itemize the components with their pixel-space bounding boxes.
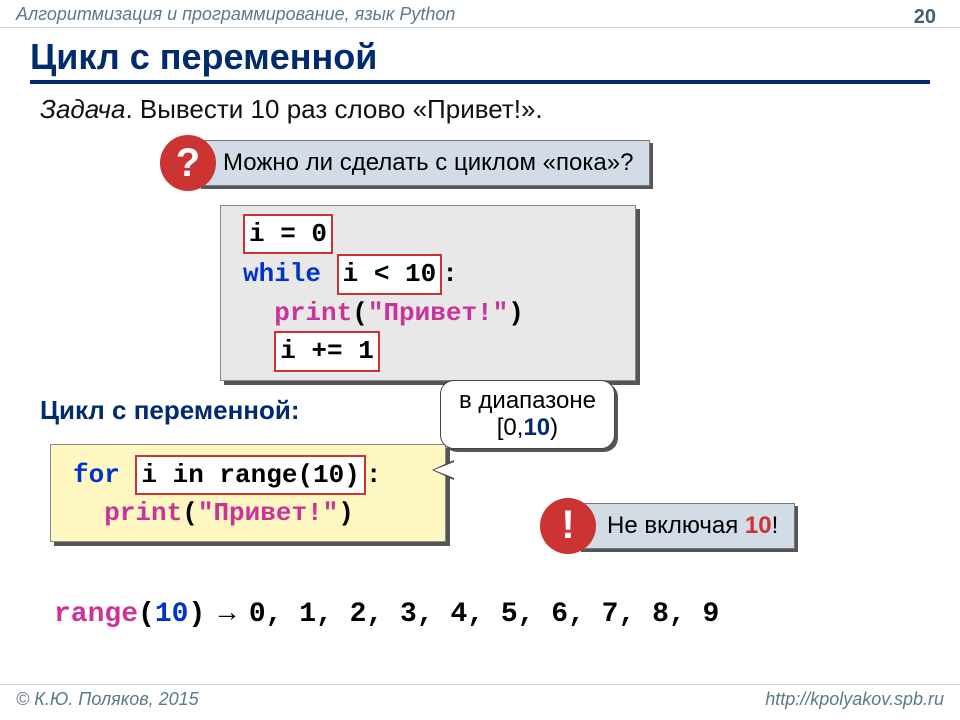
bubble-l2c: ) [550, 414, 558, 441]
exclaim-box: Не включая 10! [578, 503, 795, 549]
while-code-block: i = 0 while i < 10: print("Привет!") i +… [220, 205, 636, 381]
question-box: Можно ли сделать с циклом «пока»? [198, 140, 650, 186]
question-callout: ? Можно ли сделать с циклом «пока»? [160, 135, 960, 191]
question-mark-icon: ? [160, 135, 216, 191]
paren-open: ( [352, 298, 368, 328]
paren-close2: ) [338, 498, 354, 528]
arrow-icon: → [205, 596, 249, 627]
colon2: : [366, 460, 382, 490]
header-bar: Алгоритмизация и программирование, язык … [0, 0, 960, 28]
bubble-tail-icon [432, 460, 454, 480]
ex-c: ! [772, 512, 779, 539]
str-lit: "Привет!" [368, 298, 508, 328]
rl-arg: 10 [155, 599, 189, 630]
bubble-l2b: 10 [523, 414, 550, 441]
bubble-l2a: [0, [497, 414, 524, 441]
footer-right: http://kpolyakov.spb.ru [765, 689, 944, 710]
bubble-l1: в диапазоне [459, 387, 596, 414]
code-cond: i < 10 [337, 254, 443, 294]
rl-open: ( [138, 599, 155, 630]
ex-b: 10 [745, 512, 772, 539]
rl-close: ) [188, 599, 205, 630]
fn-print: print [274, 298, 352, 328]
for-head: i in range(10) [135, 455, 365, 495]
paren-open2: ( [182, 498, 198, 528]
for-row: for i in range(10): print("Привет!") в д… [0, 430, 960, 557]
footer-left: © К.Ю. Поляков, 2015 [16, 689, 199, 710]
task-text: . Вывести 10 раз слово «Привет!». [125, 94, 542, 124]
task-label: Задача [40, 94, 125, 124]
task-line: Задача. Вывести 10 раз слово «Привет!». [40, 94, 930, 125]
kw-for: for [73, 460, 120, 490]
rl-seq: 0, 1, 2, 3, 4, 5, 6, 7, 8, 9 [249, 599, 719, 630]
fn-print2: print [104, 498, 182, 528]
colon: : [442, 259, 458, 289]
ex-a: Не включая [607, 512, 745, 539]
paren-close: ) [508, 298, 524, 328]
footer-bar: © К.Ю. Поляков, 2015 http://kpolyakov.sp… [0, 684, 960, 714]
range-bubble: в диапазоне [0,10) [440, 380, 615, 449]
for-code-block: for i in range(10): print("Привет!") [50, 444, 446, 543]
exclaim-icon: ! [540, 498, 596, 554]
fn-range: range [54, 599, 138, 630]
exclaim-callout: ! Не включая 10! [540, 498, 795, 554]
str-lit2: "Привет!" [198, 498, 338, 528]
page-number: 20 [914, 6, 936, 29]
course-name: Алгоритмизация и программирование, язык … [16, 4, 455, 25]
range-expansion: range(10) → 0, 1, 2, 3, 4, 5, 6, 7, 8, 9 [54, 596, 960, 630]
kw-while: while [243, 259, 321, 289]
slide-title: Цикл с переменной [30, 36, 930, 84]
code-i-init: i = 0 [243, 214, 333, 254]
code-incr: i += 1 [274, 331, 380, 371]
